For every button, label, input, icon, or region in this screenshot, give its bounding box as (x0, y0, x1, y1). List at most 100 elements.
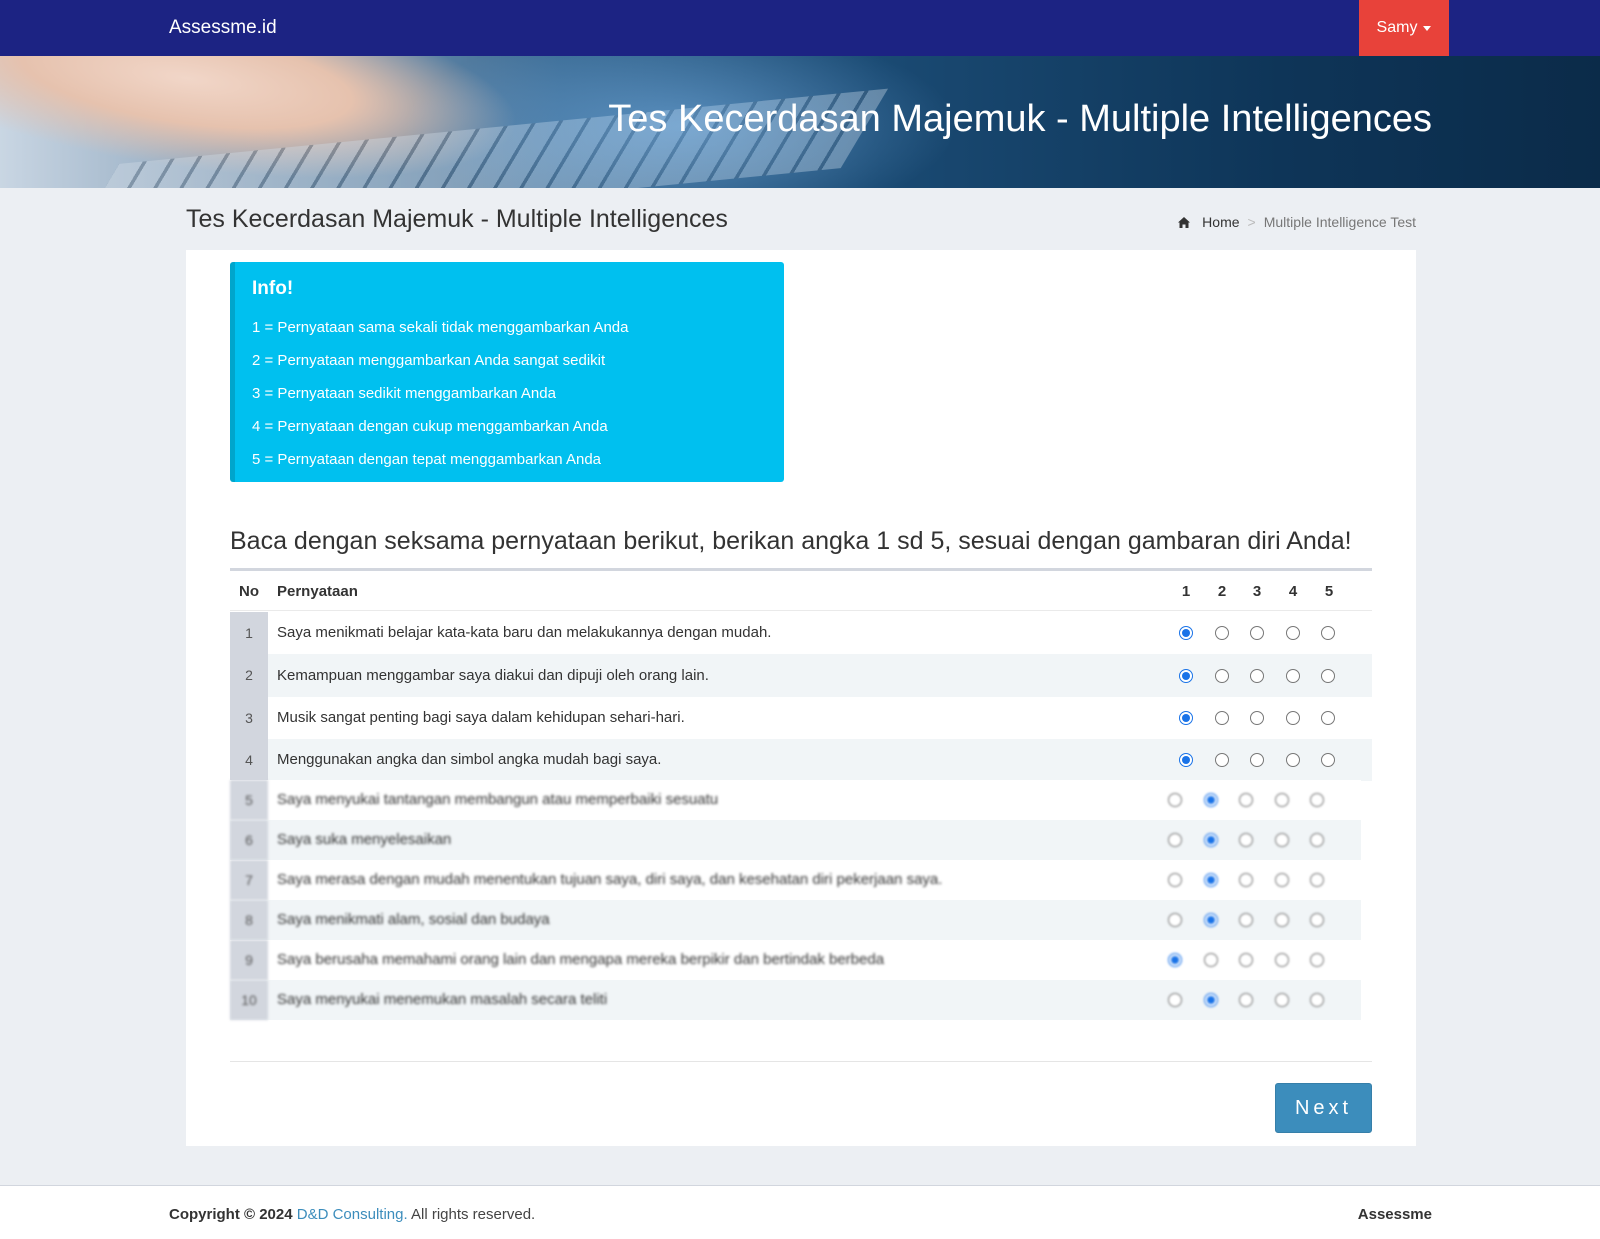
home-icon (1178, 216, 1191, 228)
rating-radio-4[interactable] (1275, 873, 1289, 887)
row-number: 5 (230, 780, 268, 820)
rating-radio-1[interactable] (1168, 913, 1182, 927)
header-option-2: 2 (1217, 583, 1227, 600)
test-card: Info! 1 = Pernyataan sama sekali tidak m… (186, 250, 1416, 1146)
table-row: 7 Saya merasa dengan mudah menentukan tuj… (230, 860, 1361, 900)
info-line: 1 = Pernyataan sama sekali tidak menggam… (252, 319, 629, 336)
rating-radio-3[interactable] (1239, 833, 1253, 847)
rating-radio-5[interactable] (1321, 711, 1335, 725)
row-number: 6 (230, 820, 268, 860)
rating-radio-4[interactable] (1275, 913, 1289, 927)
banner-title: Tes Kecerdasan Majemuk - Multiple Intell… (608, 98, 1432, 140)
info-callout: Info! 1 = Pernyataan sama sekali tidak m… (230, 262, 784, 482)
rating-radio-3[interactable] (1250, 626, 1264, 640)
copyright-prefix: Copyright © 2024 (169, 1206, 293, 1223)
rating-radio-2[interactable] (1204, 873, 1218, 887)
rating-radio-5[interactable] (1310, 993, 1324, 1007)
brand-link[interactable]: Assessme.id (169, 0, 277, 56)
row-statement: Menggunakan angka dan simbol angka mudah… (277, 751, 662, 768)
header-option-1: 1 (1181, 583, 1191, 600)
table-row: 3 Musik sangat penting bagi saya dalam ke… (230, 697, 1372, 739)
rating-radio-1[interactable] (1168, 953, 1182, 967)
company-link[interactable]: D&D Consulting. (297, 1206, 408, 1223)
instruction-heading: Baca dengan seksama pernyataan berikut, … (230, 527, 1352, 555)
rating-radio-4[interactable] (1286, 668, 1300, 683)
row-number: 3 (230, 697, 268, 739)
rating-radio-3[interactable] (1239, 873, 1253, 887)
rating-radio-1[interactable] (1179, 711, 1193, 725)
row-statement: Saya menikmati alam, sosial dan budaya (277, 911, 550, 928)
rating-radio-2[interactable] (1204, 993, 1218, 1007)
table-row: 4 Menggunakan angka dan simbol angka muda… (230, 739, 1372, 781)
row-statement: Saya menikmati belajar kata-kata baru da… (277, 624, 772, 641)
rating-radio-2[interactable] (1204, 913, 1218, 927)
rating-radio-3[interactable] (1239, 793, 1253, 807)
breadcrumb-home-link[interactable]: Home (1202, 214, 1239, 230)
rating-radio-3[interactable] (1239, 913, 1253, 927)
rating-radio-2[interactable] (1204, 793, 1218, 807)
rating-radio-4[interactable] (1286, 711, 1300, 725)
header-no: No (239, 583, 259, 600)
header-option-4: 4 (1288, 583, 1298, 600)
top-navbar: Assessme.id Samy (0, 0, 1600, 56)
rating-radio-3[interactable] (1250, 753, 1264, 767)
table-row: 8 Saya menikmati alam, sosial dan budaya (230, 900, 1361, 940)
rating-radio-2[interactable] (1204, 953, 1218, 967)
rating-radio-1[interactable] (1179, 626, 1193, 640)
rating-radio-5[interactable] (1310, 953, 1324, 967)
footer: Copyright © 2024 D&D Consulting. All rig… (0, 1185, 1600, 1239)
rating-radio-3[interactable] (1239, 993, 1253, 1007)
rating-radio-5[interactable] (1321, 626, 1335, 640)
footer-brand: Assessme (1357, 1206, 1432, 1223)
rating-radio-1[interactable] (1168, 793, 1182, 807)
rating-radio-5[interactable] (1310, 793, 1324, 807)
rating-radio-2[interactable] (1204, 833, 1218, 847)
rating-radio-4[interactable] (1275, 993, 1289, 1007)
rating-radio-1[interactable] (1179, 753, 1193, 767)
rating-radio-5[interactable] (1321, 668, 1335, 683)
info-line: 5 = Pernyataan dengan tepat menggambarka… (252, 451, 602, 468)
rating-radio-2[interactable] (1215, 668, 1229, 683)
questions-table: No Pernyataan 1 2 3 4 5 1 Saya menikmati … (230, 568, 1372, 1062)
breadcrumb-separator: > (1247, 214, 1256, 230)
header-option-5: 5 (1324, 583, 1334, 600)
row-statement: Saya berusaha memahami orang lain dan me… (277, 951, 885, 968)
rating-radio-2[interactable] (1215, 753, 1229, 767)
rating-radio-1[interactable] (1168, 833, 1182, 847)
rating-radio-2[interactable] (1215, 626, 1229, 640)
row-statement: Saya menyukai menemukan masalah secara t… (277, 991, 608, 1008)
rating-radio-1[interactable] (1168, 993, 1182, 1007)
rating-radio-2[interactable] (1215, 711, 1229, 725)
rating-radio-5[interactable] (1310, 873, 1324, 887)
row-number: 10 (230, 980, 268, 1020)
rating-radio-4[interactable] (1275, 793, 1289, 807)
rating-radio-4[interactable] (1286, 753, 1300, 767)
rating-radio-4[interactable] (1286, 626, 1300, 640)
rating-radio-4[interactable] (1275, 953, 1289, 967)
copyright: Copyright © 2024 D&D Consulting. All rig… (169, 1206, 535, 1223)
page-title: Tes Kecerdasan Majemuk - Multiple Intell… (186, 205, 728, 233)
next-button[interactable]: Next (1275, 1083, 1372, 1133)
table-row: 9 Saya berusaha memahami orang lain dan m… (230, 940, 1361, 980)
rating-radio-5[interactable] (1321, 753, 1335, 767)
rating-radio-1[interactable] (1168, 873, 1182, 887)
rating-radio-5[interactable] (1310, 833, 1324, 847)
row-statement: Saya menyukai tantangan membangun atau m… (277, 791, 719, 808)
rating-radio-5[interactable] (1310, 913, 1324, 927)
rating-radio-1[interactable] (1179, 668, 1193, 683)
rating-radio-3[interactable] (1250, 711, 1264, 725)
user-menu-button[interactable]: Samy (1359, 0, 1449, 56)
row-number: 9 (230, 940, 268, 980)
rating-radio-3[interactable] (1250, 668, 1264, 683)
row-number: 2 (230, 654, 268, 697)
info-line: 3 = Pernyataan sedikit menggambarkan And… (252, 385, 556, 402)
rating-radio-4[interactable] (1275, 833, 1289, 847)
table-row: 5 Saya menyukai tantangan membangun atau … (230, 780, 1361, 820)
info-title: Info! (252, 278, 294, 299)
row-number: 7 (230, 860, 268, 900)
caret-down-icon (1423, 25, 1432, 31)
table-row: 2 Kemampuan menggambar saya diakui dan di… (230, 654, 1372, 697)
rating-radio-3[interactable] (1239, 953, 1253, 967)
table-row: 1 Saya menikmati belajar kata-kata baru d… (230, 612, 1372, 654)
table-row: 10 Saya menyukai menemukan masalah secara… (230, 980, 1361, 1020)
